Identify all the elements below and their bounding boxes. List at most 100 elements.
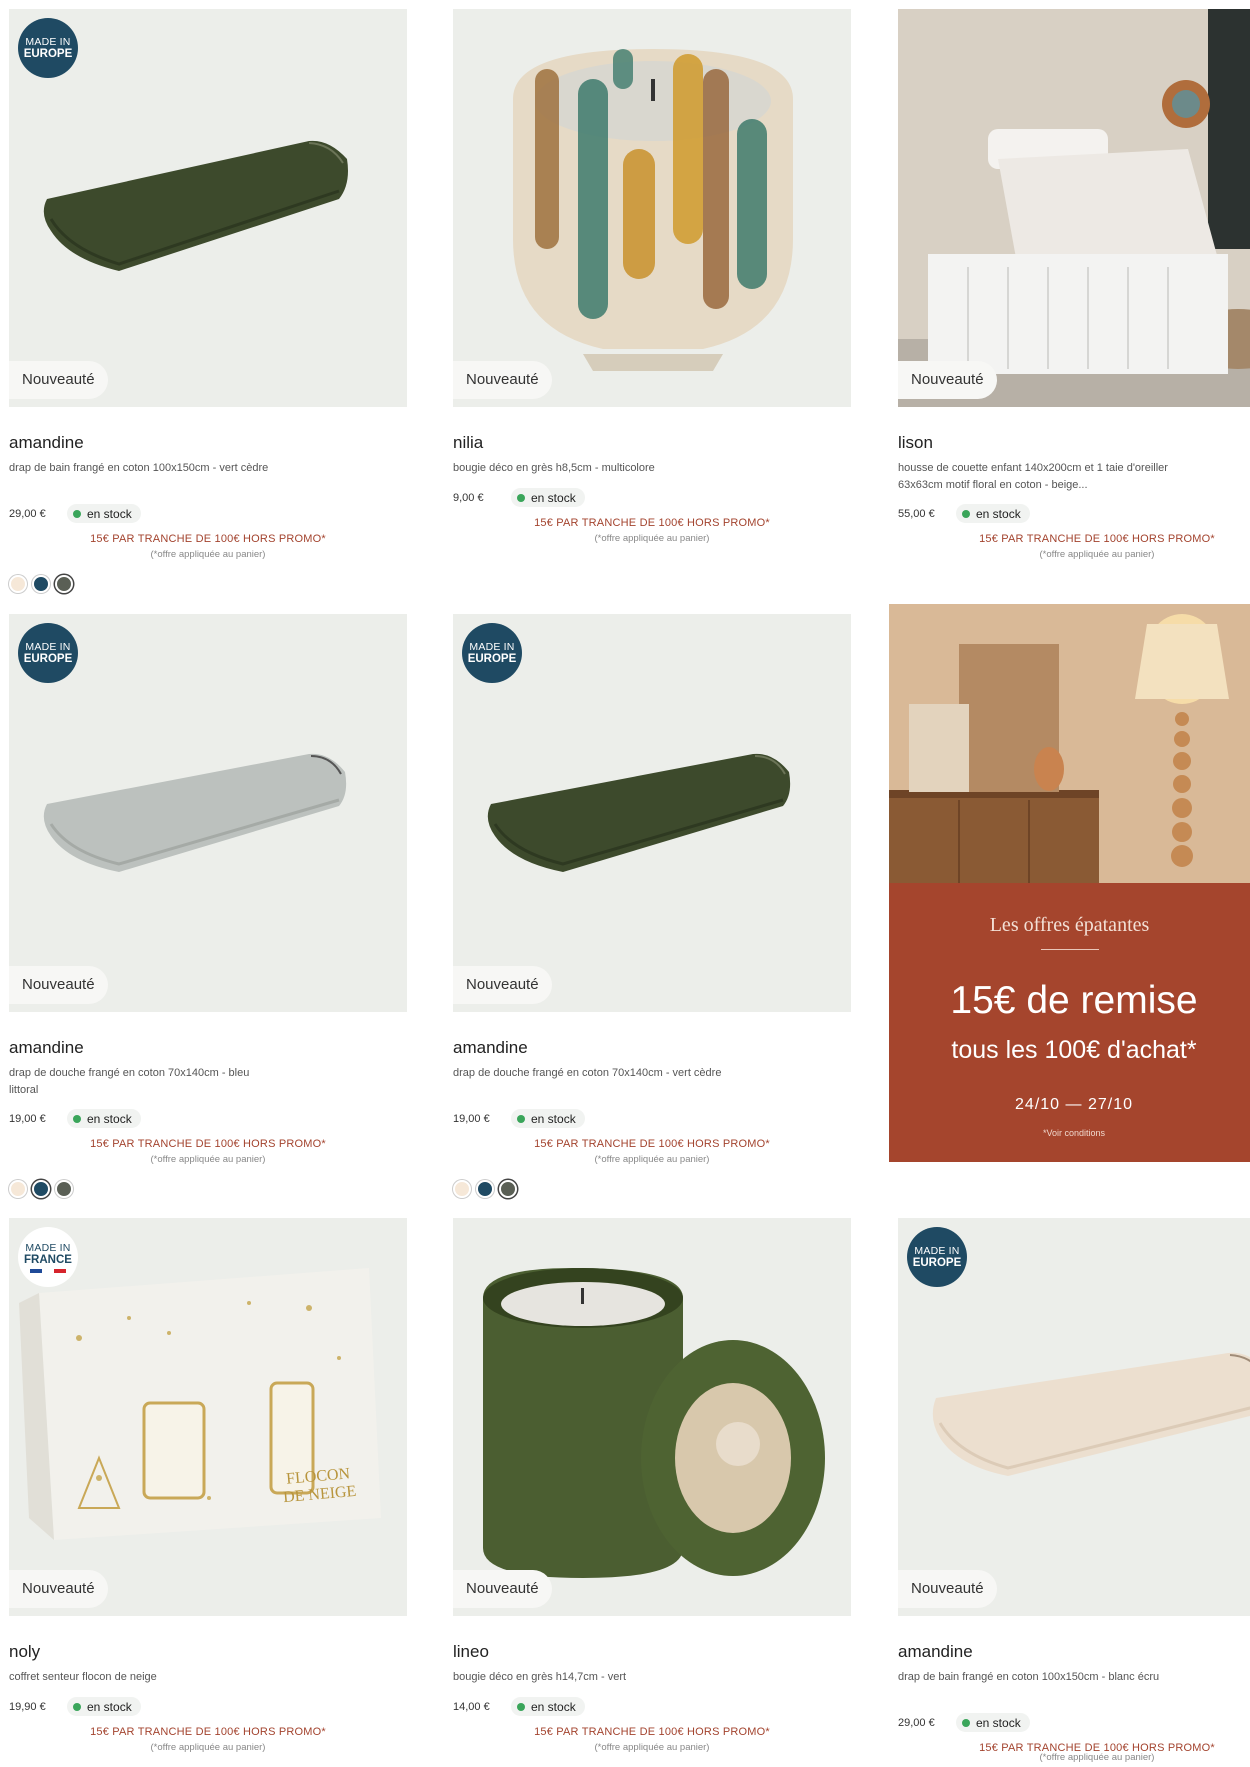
stock-status: en stock: [67, 1697, 141, 1716]
product-description[interactable]: drap de bain frangé en coton 100x150cm -…: [9, 460, 279, 477]
promo-text: 15€ PAR TRANCHE DE 100€ HORS PROMO*: [979, 533, 1215, 545]
product-image[interactable]: Nouveauté: [453, 1218, 851, 1616]
product-title[interactable]: lison: [898, 433, 933, 453]
color-swatches: [9, 1180, 73, 1198]
banner-subline: tous les 100€ d'achat*: [951, 1036, 1197, 1064]
product-price: 9,00 €: [453, 491, 484, 504]
product-image[interactable]: Nouveauté: [453, 9, 851, 407]
in-stock-dot-icon: [73, 509, 81, 518]
product-image[interactable]: MADE IN EUROPE Nouveauté: [9, 614, 407, 1012]
product-price: 55,00 €: [898, 507, 935, 520]
living-room-image: [889, 604, 1250, 883]
in-stock-dot-icon: [517, 1702, 525, 1711]
stock-status: en stock: [511, 1697, 585, 1716]
new-badge: Nouveauté: [453, 361, 552, 399]
in-stock-dot-icon: [962, 509, 970, 518]
product-description[interactable]: bougie déco en grès h14,7cm - vert: [453, 1669, 723, 1686]
color-swatches: [9, 575, 73, 593]
price-row: 9,00 € en stock: [453, 488, 585, 507]
product-description[interactable]: drap de bain frangé en coton 100x150cm -…: [898, 1669, 1168, 1686]
product-image[interactable]: MADE IN EUROPE Nouveauté: [898, 1218, 1250, 1616]
promo-text: 15€ PAR TRANCHE DE 100€ HORS PROMO*: [90, 533, 326, 545]
packaging-text: FLOCON DE NEIGE: [282, 1465, 357, 1507]
swatch-green-selected[interactable]: [55, 575, 73, 593]
product-image[interactable]: MADE IN FRANCE FLOCON DE NEIGE Nouveauté: [9, 1218, 407, 1616]
swatch-green[interactable]: [55, 1180, 73, 1198]
promo-note: (*offre appliquée au panier): [1039, 549, 1155, 560]
promo-note: (*offre appliquée au panier): [594, 1742, 710, 1753]
promo-text: 15€ PAR TRANCHE DE 100€ HORS PROMO*: [534, 1726, 770, 1738]
promo-note: (*offre appliquée au panier): [594, 1154, 710, 1165]
product-title[interactable]: nilia: [453, 433, 483, 453]
product-title[interactable]: amandine: [453, 1038, 528, 1058]
promo-text: 15€ PAR TRANCHE DE 100€ HORS PROMO*: [534, 517, 770, 529]
in-stock-dot-icon: [517, 493, 525, 502]
swatch-cream[interactable]: [9, 575, 27, 593]
promo-note: (*offre appliquée au panier): [150, 1742, 266, 1753]
swatch-blue-selected[interactable]: [32, 1180, 50, 1198]
swatch-green-selected[interactable]: [499, 1180, 517, 1198]
banner-photo: [889, 604, 1250, 883]
product-title[interactable]: noly: [9, 1642, 40, 1662]
product-description[interactable]: drap de douche frangé en coton 70x140cm …: [453, 1065, 723, 1082]
product-title[interactable]: lineo: [453, 1642, 489, 1662]
swatch-blue[interactable]: [32, 575, 50, 593]
made-in-europe-badge: MADE IN EUROPE: [462, 623, 522, 683]
new-badge: Nouveauté: [453, 966, 552, 1004]
product-price: 19,00 €: [453, 1112, 490, 1125]
product-price: 14,00 €: [453, 1700, 490, 1713]
product-title[interactable]: amandine: [898, 1642, 973, 1662]
swatch-blue[interactable]: [476, 1180, 494, 1198]
in-stock-dot-icon: [73, 1702, 81, 1711]
product-title[interactable]: amandine: [9, 1038, 84, 1058]
price-row: 19,00 € en stock: [453, 1109, 585, 1128]
product-description[interactable]: bougie déco en grès h8,5cm - multicolore: [453, 460, 723, 477]
candle-jar-image: [483, 1268, 825, 1578]
banner-conditions-link[interactable]: *Voir conditions: [889, 1128, 1250, 1138]
product-description[interactable]: housse de couette enfant 140x200cm et 1 …: [898, 460, 1168, 494]
product-image[interactable]: MADE IN EUROPE Nouveauté: [453, 614, 851, 1012]
price-row: 29,00 € en stock: [898, 1713, 1030, 1732]
stock-status: en stock: [511, 1109, 585, 1128]
price-row: 19,00 € en stock: [9, 1109, 141, 1128]
in-stock-dot-icon: [962, 1718, 970, 1727]
price-row: 55,00 € en stock: [898, 504, 1030, 523]
in-stock-dot-icon: [517, 1114, 525, 1123]
swatch-cream[interactable]: [453, 1180, 471, 1198]
banner-headline: 15€ de remise: [950, 979, 1198, 1022]
banner-dates: 24/10 — 27/10: [1015, 1096, 1133, 1113]
new-badge: Nouveauté: [9, 361, 108, 399]
product-title[interactable]: amandine: [9, 433, 84, 453]
new-badge: Nouveauté: [9, 966, 108, 1004]
banner-divider: [1041, 949, 1099, 950]
product-price: 19,00 €: [9, 1112, 46, 1125]
promo-banner[interactable]: Les offres épatantes 15€ de remise tous …: [889, 604, 1250, 1162]
product-description[interactable]: drap de douche frangé en coton 70x140cm …: [9, 1065, 279, 1099]
swatch-cream[interactable]: [9, 1180, 27, 1198]
price-row: 19,90 € en stock: [9, 1697, 141, 1716]
stock-status: en stock: [511, 488, 585, 507]
product-price: 29,00 €: [9, 507, 46, 520]
promo-note: (*offre appliquée au panier): [1039, 1752, 1155, 1763]
promo-text: 15€ PAR TRANCHE DE 100€ HORS PROMO*: [90, 1726, 326, 1738]
made-in-europe-badge: MADE IN EUROPE: [18, 18, 78, 78]
product-price: 29,00 €: [898, 1716, 935, 1729]
promo-text: 15€ PAR TRANCHE DE 100€ HORS PROMO*: [90, 1138, 326, 1150]
promo-note: (*offre appliquée au panier): [594, 533, 710, 544]
product-price: 19,90 €: [9, 1700, 46, 1713]
price-row: 14,00 € en stock: [453, 1697, 585, 1716]
product-image[interactable]: MADE IN EUROPE Nouveauté: [9, 9, 407, 407]
banner-kicker: Les offres épatantes: [989, 914, 1150, 936]
promo-note: (*offre appliquée au panier): [150, 1154, 266, 1165]
banner-panel: Les offres épatantes 15€ de remise tous …: [889, 883, 1250, 1162]
new-badge: Nouveauté: [9, 1570, 108, 1608]
made-in-europe-badge: MADE IN EUROPE: [907, 1227, 967, 1287]
made-in-france-badge: MADE IN FRANCE: [18, 1227, 78, 1287]
new-badge: Nouveauté: [898, 361, 997, 399]
promo-text: 15€ PAR TRANCHE DE 100€ HORS PROMO*: [534, 1138, 770, 1150]
bedroom-image: [898, 9, 1250, 407]
color-swatches: [453, 1180, 517, 1198]
product-image[interactable]: Nouveauté: [898, 9, 1250, 407]
product-description[interactable]: coffret senteur flocon de neige: [9, 1669, 279, 1686]
promo-note: (*offre appliquée au panier): [150, 549, 266, 560]
